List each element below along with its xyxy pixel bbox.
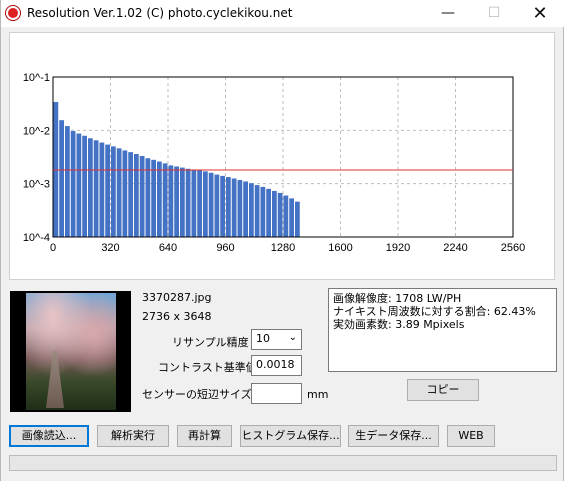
image-filename: 3370287.jpg (142, 291, 212, 304)
analyze-button[interactable]: 解析実行 (97, 425, 169, 447)
histogram-bar (134, 153, 139, 237)
image-thumbnail (10, 291, 131, 412)
x-tick-label: 320 (101, 242, 119, 254)
sensor-size-input[interactable] (251, 383, 302, 404)
result-nyquist-ratio: ナイキスト周波数に対する割合: 62.43% (333, 305, 536, 318)
x-tick-label: 960 (216, 242, 234, 254)
histogram-bar (116, 148, 122, 237)
histogram-bar (151, 159, 156, 237)
histogram-bar (139, 156, 145, 237)
x-tick-label: 2560 (501, 242, 525, 254)
x-tick-label: 1920 (386, 242, 410, 254)
x-tick-label: 1600 (328, 242, 352, 254)
histogram-bar (105, 144, 110, 237)
save-histogram-button[interactable]: ヒストグラム保存... (240, 425, 341, 447)
histogram-bar (99, 142, 105, 237)
histogram-bar (289, 198, 294, 237)
load-image-button[interactable]: 画像読込... (9, 425, 89, 447)
thumbnail-photo (26, 293, 116, 410)
histogram-bar (220, 175, 225, 237)
results-textbox[interactable]: 画像解像度: 1708 LW/PH ナイキスト周波数に対する割合: 62.43%… (328, 288, 557, 372)
histogram-bar (128, 152, 133, 237)
result-resolution: 画像解像度: 1708 LW/PH (333, 292, 462, 305)
copy-button[interactable]: コピー (407, 379, 479, 401)
window-title: Resolution Ver.1.02 (C) photo.cyclekikou… (27, 6, 293, 20)
histogram-bar (231, 178, 237, 237)
histogram-bar (295, 201, 300, 237)
maximize-button[interactable]: ☐ (471, 0, 517, 27)
histogram-bar (157, 161, 162, 237)
histogram-bar (226, 177, 231, 237)
resample-value: 10 (256, 332, 270, 345)
histogram-bar (88, 138, 93, 237)
histogram-bar (214, 174, 220, 237)
histogram-bar (277, 192, 283, 237)
sensor-unit-label: mm (307, 388, 329, 401)
save-raw-data-button[interactable]: 生データ保存... (348, 425, 439, 447)
camera-lens-icon (6, 6, 20, 20)
histogram-bar (197, 170, 202, 237)
contrast-input[interactable]: 0.0018 (251, 355, 302, 376)
image-dimensions: 2736 x 3648 (142, 310, 212, 323)
histogram-bar (260, 186, 266, 237)
histogram-bar (237, 180, 243, 237)
resample-label: リサンプル精度 (172, 336, 249, 349)
y-tick-label: 10^-3 (23, 179, 50, 191)
histogram-bar (249, 183, 254, 237)
histogram-panel: 0 320 640 960 1280 1600 1920 2240 2560 10^-1 10^-2… (9, 32, 555, 280)
minimize-button[interactable]: — (425, 0, 471, 27)
histogram-bar (191, 169, 197, 237)
chevron-down-icon[interactable]: ⌄ (289, 332, 297, 343)
web-button[interactable]: WEB (447, 425, 495, 447)
histogram-bar (254, 185, 260, 237)
resample-select[interactable]: 10 ⌄ (251, 329, 302, 350)
histogram-bar (203, 171, 208, 237)
histogram-bar (82, 135, 87, 237)
x-tick-label: 0 (50, 242, 56, 254)
x-tick-label: 1280 (271, 242, 295, 254)
x-tick-label: 640 (159, 242, 177, 254)
histogram-bar (266, 188, 271, 237)
histogram-bar (53, 101, 59, 237)
histogram-bar (162, 163, 168, 237)
histogram-bar (168, 165, 174, 237)
histogram-bar (93, 140, 99, 237)
contrast-label: コントラスト基準値 (158, 361, 257, 374)
x-tick-label: 2240 (443, 242, 467, 254)
histogram-bar (272, 190, 277, 237)
histogram-bar (122, 150, 128, 237)
histogram-bar (283, 195, 289, 237)
y-tick-label: 10^-4 (23, 232, 50, 244)
histogram-bar (65, 126, 70, 237)
result-effective-pixels: 実効画素数: 3.89 Mpixels (333, 318, 465, 331)
histogram-bar (111, 146, 116, 237)
histogram-chart: 0 320 640 960 1280 1600 1920 2240 2560 10^-1 10^-2… (23, 72, 525, 254)
y-tick-label: 10^-2 (23, 125, 50, 137)
recalculate-button[interactable]: 再計算 (177, 425, 232, 447)
app-window: Resolution Ver.1.02 (C) photo.cyclekikou… (0, 0, 564, 481)
close-button[interactable]: ✕ (517, 0, 563, 27)
histogram-bar (243, 181, 248, 237)
progress-bar (9, 455, 557, 471)
histogram-bar (180, 167, 185, 237)
histogram-bar (185, 168, 191, 237)
histogram-bar (208, 172, 214, 237)
histogram-bar (70, 131, 76, 237)
sensor-size-label: センサーの短辺サイズ (142, 388, 252, 401)
histogram-bar (76, 133, 82, 237)
histogram-bar (59, 120, 64, 237)
histogram-bar (174, 166, 179, 237)
y-tick-label: 10^-1 (23, 72, 50, 84)
title-bar[interactable]: Resolution Ver.1.02 (C) photo.cyclekikou… (1, 0, 564, 27)
